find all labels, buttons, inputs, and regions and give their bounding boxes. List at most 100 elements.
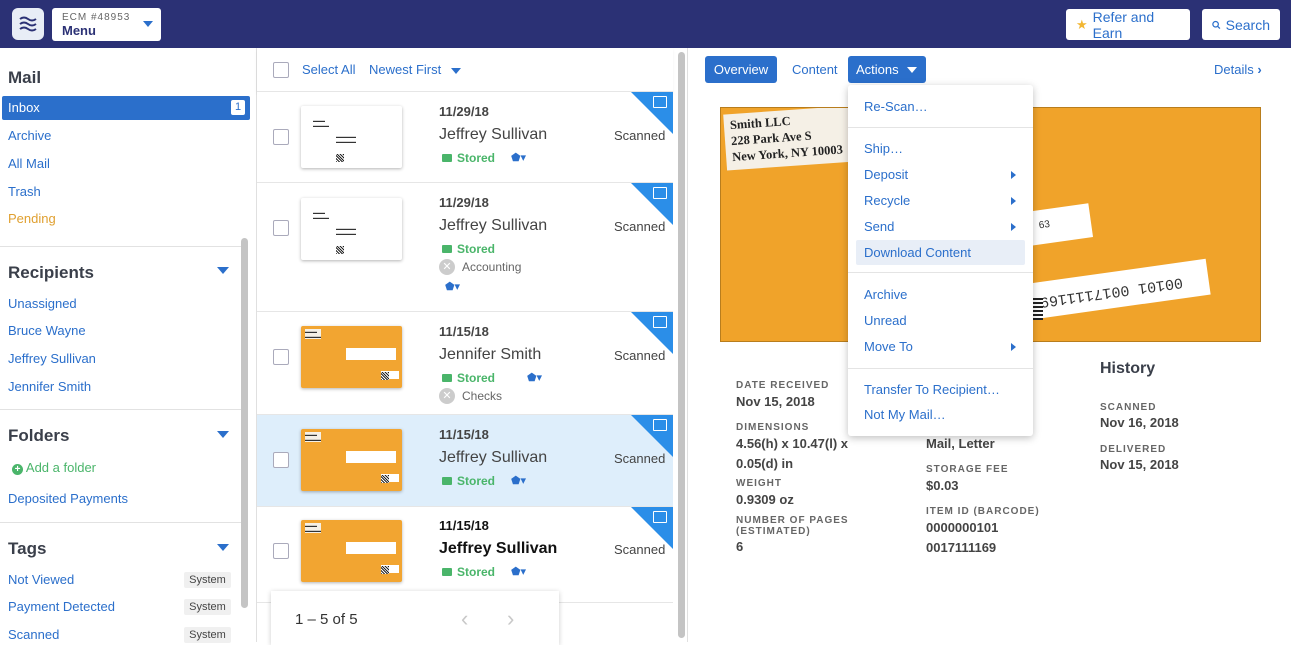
sidebar-item-pending[interactable]: Pending <box>8 211 56 226</box>
search-icon <box>1212 20 1221 29</box>
row-checkbox[interactable] <box>273 543 289 559</box>
menu-item-rescan[interactable]: Re-Scan… <box>864 99 928 114</box>
add-folder-button[interactable]: + Add a folder <box>12 460 96 475</box>
scanned-date: Nov 16, 2018 <box>1100 415 1179 430</box>
recipient-unassigned[interactable]: Unassigned <box>8 296 77 311</box>
chevron-left-icon[interactable]: ‹ <box>461 606 468 632</box>
tag-dropdown-icon[interactable]: ⬟▾ <box>445 280 460 293</box>
recipients-collapse-icon[interactable] <box>217 267 229 274</box>
tag-payment-detected[interactable]: Payment Detected <box>8 599 115 614</box>
mail-row[interactable]: ▬▬▬ ▬▬▬▬ 11/15/18 Jeffrey Sullivan Scanne… <box>257 507 673 603</box>
mail-thumbnail[interactable]: ▬▬▬ ▬▬▬▬ ▬▬▬▬▬ ▬▬▬▬▬ <box>301 106 402 168</box>
tags-section-title: Tags <box>8 539 47 558</box>
tag-scanned[interactable]: Scanned <box>8 627 59 642</box>
recipient-jeffrey-sullivan[interactable]: Jeffrey Sullivan <box>8 351 96 366</box>
mail-thumbnail[interactable]: ▬▬▬ ▬▬▬▬ <box>301 520 402 582</box>
tags-collapse-icon[interactable] <box>217 544 229 551</box>
tag-dropdown-icon[interactable]: ⬟▾ <box>527 371 542 384</box>
sidebar-item-inbox[interactable]: Inbox 1 <box>2 96 250 120</box>
mail-row[interactable]: ▬▬▬ ▬▬▬▬ ▬▬▬▬▬ ▬▬▬▬▬ 11/29/18 Jeffrey Sull… <box>257 183 673 312</box>
details-label: Details <box>1214 62 1254 77</box>
menu-item-transfer-to-recipient[interactable]: Transfer To Recipient… <box>864 382 1000 397</box>
stored-label: Stored <box>457 242 496 256</box>
tab-content[interactable]: Content <box>784 56 846 83</box>
menu-item-move-to[interactable]: Move To <box>864 339 913 354</box>
item-id-label: ITEM ID (BARCODE) <box>926 506 1040 517</box>
tab-overview[interactable]: Overview <box>705 56 777 83</box>
box-icon <box>442 374 452 382</box>
row-checkbox[interactable] <box>273 349 289 365</box>
menu-item-archive[interactable]: Archive <box>864 287 907 302</box>
menu-item-download-content[interactable]: Download Content <box>856 240 1025 265</box>
submenu-arrow-icon <box>1011 343 1016 351</box>
remove-category-icon[interactable]: ✕ <box>439 259 455 275</box>
folder-deposited-payments[interactable]: Deposited Payments <box>8 491 128 506</box>
menu-item-unread[interactable]: Unread <box>864 313 907 328</box>
logo-button[interactable] <box>12 8 44 40</box>
tag-dropdown-icon[interactable]: ⬟▾ <box>511 565 526 578</box>
mail-row[interactable]: ▬▬▬ ▬▬▬▬ ▬▬▬▬▬ ▬▬▬▬▬ 11/29/18 Jeffrey Sull… <box>257 92 673 183</box>
tag-not-viewed[interactable]: Not Viewed <box>8 572 74 587</box>
system-badge: System <box>184 627 231 643</box>
archive-box-icon <box>653 511 667 523</box>
tag-dropdown-icon[interactable]: ⬟▾ <box>511 474 526 487</box>
menu-item-send[interactable]: Send <box>864 219 894 234</box>
system-badge: System <box>184 599 231 615</box>
mail-row-selected[interactable]: ▬▬▬ ▬▬▬▬ 11/15/18 Jeffrey Sullivan Scanne… <box>257 415 673 507</box>
sort-dropdown[interactable]: Newest First <box>369 62 461 77</box>
mail-row[interactable]: ▬▬▬ ▬▬▬▬ 11/15/18 Jennifer Smith Scanned … <box>257 312 673 415</box>
mail-thumbnail[interactable]: ▬▬▬ ▬▬▬▬ <box>301 326 402 388</box>
submenu-arrow-icon <box>1011 171 1016 179</box>
row-sender: Jeffrey Sullivan <box>439 540 558 557</box>
menu-dropdown-button[interactable]: ECM #48953 Menu <box>52 8 161 41</box>
actions-dropdown-button[interactable]: Actions <box>848 56 926 83</box>
row-sender: Jeffrey Sullivan <box>439 217 548 234</box>
item-id-value-2: 0017111169 <box>926 540 997 555</box>
inbox-count-badge: 1 <box>231 100 245 115</box>
select-all-link[interactable]: Select All <box>302 62 355 77</box>
menu-item-ship[interactable]: Ship… <box>864 141 903 156</box>
remove-category-icon[interactable]: ✕ <box>439 388 455 404</box>
select-all-checkbox[interactable] <box>273 62 289 78</box>
box-icon <box>442 245 452 253</box>
mail-thumbnail[interactable]: ▬▬▬ ▬▬▬▬ ▬▬▬▬▬ ▬▬▬▬▬ <box>301 198 402 260</box>
mail-thumbnail[interactable]: ▬▬▬ ▬▬▬▬ <box>301 429 402 491</box>
stored-badge: Stored <box>442 151 495 165</box>
folders-collapse-icon[interactable] <box>217 431 229 438</box>
stored-label: Stored <box>457 474 496 488</box>
row-sender: Jennifer Smith <box>439 346 542 363</box>
date-received-value: Nov 15, 2018 <box>736 394 815 409</box>
category-chip: ✕ Accounting <box>439 259 521 275</box>
date-received-label: DATE RECEIVED <box>736 380 830 391</box>
sidebar-item-archive[interactable]: Archive <box>8 128 51 143</box>
stored-badge: Stored <box>442 371 495 385</box>
category-chip: ✕ Checks <box>439 388 502 404</box>
refer-and-earn-button[interactable]: ★ Refer and Earn <box>1066 9 1190 41</box>
menu-item-deposit[interactable]: Deposit <box>864 167 908 182</box>
row-checkbox[interactable] <box>273 220 289 236</box>
recipient-bruce-wayne[interactable]: Bruce Wayne <box>8 323 86 338</box>
menu-item-not-my-mail[interactable]: Not My Mail… <box>864 407 946 422</box>
address-label-text: 63 <box>1038 218 1051 232</box>
barcode-label: 00101 0017111169 <box>1029 258 1211 320</box>
row-checkbox[interactable] <box>273 129 289 145</box>
list-toolbar: Select All Newest First <box>257 48 673 92</box>
sidebar: Mail Inbox 1 Archive All Mail Trash Pend… <box>0 48 256 643</box>
recipients-section-title: Recipients <box>8 263 94 282</box>
details-link[interactable]: Details › <box>1214 62 1262 77</box>
chevron-right-icon[interactable]: › <box>507 606 514 632</box>
sort-label: Newest First <box>369 62 442 77</box>
weight-value: 0.9309 oz <box>736 492 794 507</box>
archive-box-icon <box>653 419 667 431</box>
sidebar-item-trash[interactable]: Trash <box>8 184 41 199</box>
list-scrollbar[interactable] <box>678 52 685 638</box>
sidebar-scrollbar[interactable] <box>241 238 248 608</box>
menu-item-recycle[interactable]: Recycle <box>864 193 910 208</box>
tag-dropdown-icon[interactable]: ⬟▾ <box>511 151 526 164</box>
recipient-jennifer-smith[interactable]: Jennifer Smith <box>8 379 91 394</box>
sidebar-item-label: Inbox <box>8 100 40 115</box>
history-title: History <box>1100 360 1156 377</box>
sidebar-item-all-mail[interactable]: All Mail <box>8 156 50 171</box>
search-button[interactable]: Search <box>1202 9 1280 40</box>
row-checkbox[interactable] <box>273 452 289 468</box>
